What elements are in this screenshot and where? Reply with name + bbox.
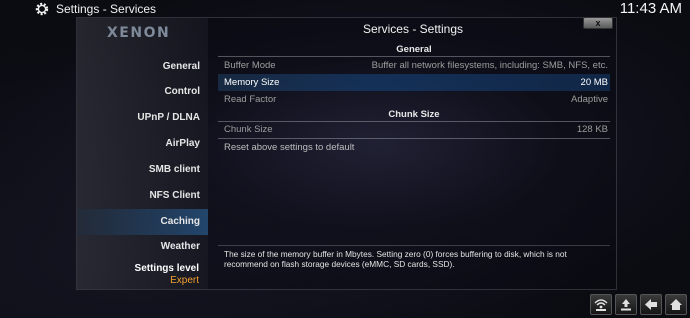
sidebar-item-general[interactable]: General (77, 54, 208, 80)
section-header-chunk-size: Chunk Size (388, 109, 440, 120)
setting-value: Buffer all network filesystems, includin… (371, 60, 608, 71)
sidebar-item-smb-client[interactable]: SMB client (77, 157, 208, 183)
setting-description: The size of the memory buffer in Mbytes.… (224, 249, 567, 269)
sidebar-item-control[interactable]: Control (77, 79, 208, 105)
gear-icon[interactable] (34, 1, 50, 17)
back-arrow-icon[interactable] (640, 294, 662, 315)
sidebar-item-airplay[interactable]: AirPlay (77, 131, 208, 157)
network-icon[interactable] (590, 294, 612, 315)
setting-value: Adaptive (571, 94, 608, 105)
window-title: Settings - Services (56, 2, 157, 16)
setting-label: Chunk Size (224, 124, 273, 135)
reset-defaults-button[interactable]: Reset above settings to default (224, 142, 354, 153)
section-header-general: General (396, 44, 432, 55)
sidebar-item-caching[interactable]: Caching (77, 209, 208, 235)
sidebar-item-weather[interactable]: Weather (77, 234, 208, 260)
divider (218, 245, 610, 246)
settings-level-value[interactable]: Expert (77, 275, 199, 286)
close-button[interactable]: x (583, 17, 613, 29)
upload-icon[interactable] (615, 294, 637, 315)
setting-label: Buffer Mode (224, 60, 276, 71)
clock: 11:43 AM (619, 0, 682, 17)
divider (218, 138, 610, 139)
settings-level-label[interactable]: Settings level (77, 263, 199, 274)
setting-value: 128 KB (576, 124, 608, 135)
setting-value: 20 MB (580, 77, 608, 88)
setting-row-buffer-mode[interactable]: Buffer Mode Buffer all network filesyste… (218, 57, 610, 74)
dialog-title: Services - Settings (362, 22, 464, 36)
setting-label: Read Factor (224, 94, 277, 105)
xenon-logo: XENON (107, 25, 171, 41)
top-bar: Settings - Services 11:43 AM (0, 0, 690, 18)
sidebar-item-nfs-client[interactable]: NFS Client (77, 183, 208, 209)
setting-row-chunk-size[interactable]: Chunk Size 128 KB (218, 121, 610, 138)
setting-row-memory-size[interactable]: Memory Size 20 MB (218, 74, 610, 91)
setting-label: Memory Size (224, 77, 280, 88)
setting-row-read-factor[interactable]: Read Factor Adaptive (218, 91, 610, 108)
home-icon[interactable] (665, 294, 687, 315)
sidebar-item-upnp-dlna[interactable]: UPnP / DLNA (77, 105, 208, 131)
